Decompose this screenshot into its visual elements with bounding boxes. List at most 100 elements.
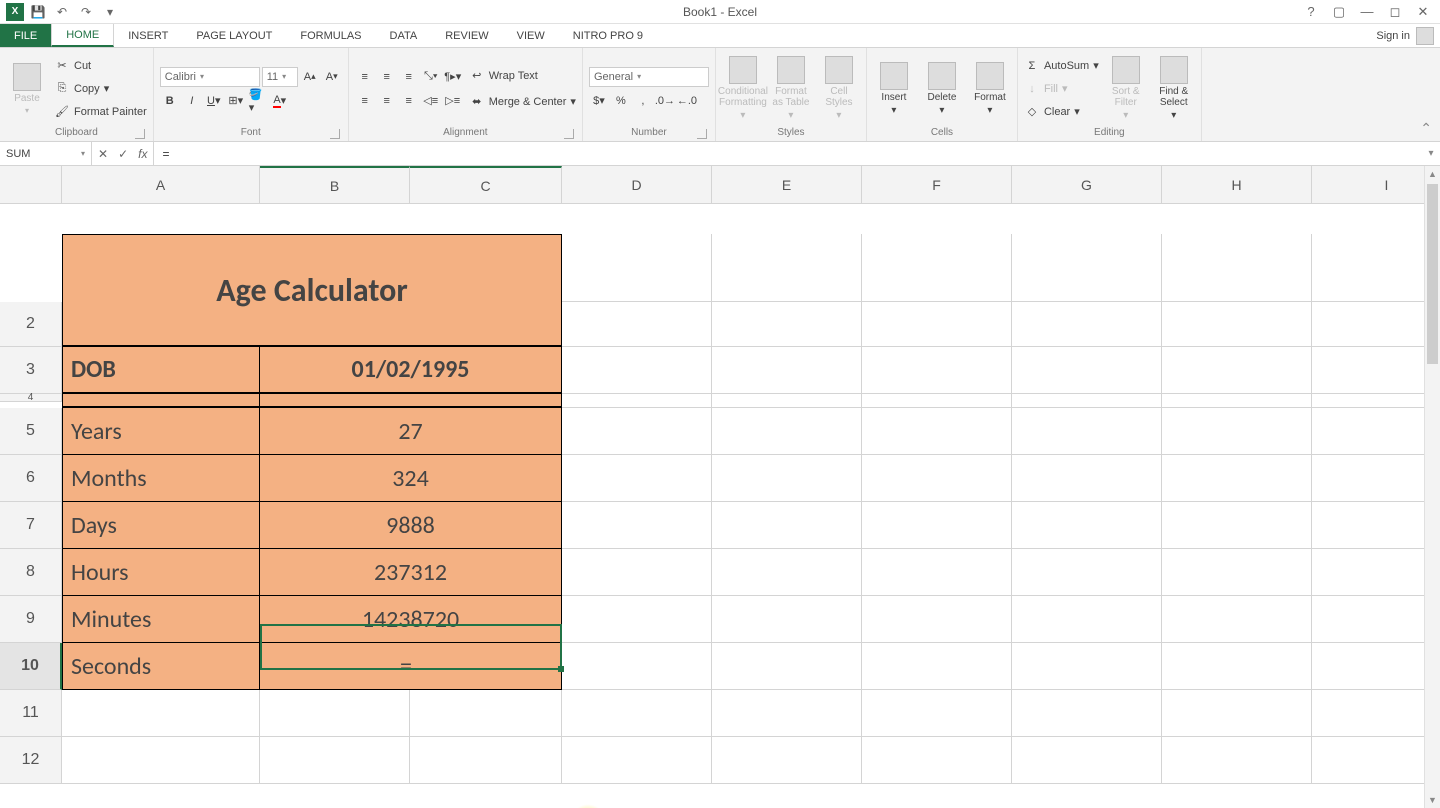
percent-button[interactable]: %	[611, 91, 631, 111]
scroll-up-icon[interactable]: ▲	[1425, 166, 1440, 182]
underline-button[interactable]: U▾	[204, 91, 224, 111]
tab-nitro[interactable]: NITRO PRO 9	[559, 24, 657, 47]
collapse-ribbon-icon[interactable]: ⌃	[1420, 120, 1432, 137]
tab-review[interactable]: REVIEW	[431, 24, 502, 47]
minimize-button[interactable]: —	[1358, 3, 1376, 21]
cell-dob-label[interactable]: DOB	[62, 347, 260, 394]
cell-years-value[interactable]: 27	[260, 408, 562, 455]
select-all-corner[interactable]	[0, 166, 62, 204]
qat-customize[interactable]: ▾	[100, 2, 120, 22]
font-dialog-launcher[interactable]	[330, 129, 340, 139]
formula-expand[interactable]: ▾	[1422, 148, 1440, 159]
row-header-11[interactable]: 11	[0, 690, 62, 737]
orientation-button[interactable]: ⤡▾	[421, 67, 441, 87]
qat-undo[interactable]: ↶	[52, 2, 72, 22]
cell-styles-button[interactable]: Cell Styles▾	[818, 52, 860, 125]
paste-button[interactable]: Paste ▾	[6, 52, 48, 125]
cell-seconds-value[interactable]: =	[260, 643, 562, 690]
row-header-12[interactable]: 12	[0, 737, 62, 784]
cell-hours-label[interactable]: Hours	[62, 549, 260, 596]
col-header-c[interactable]: C	[410, 166, 562, 204]
col-header-b[interactable]: B	[260, 166, 410, 204]
help-button[interactable]: ?	[1302, 3, 1320, 21]
row-header-8[interactable]: 8	[0, 549, 62, 596]
format-painter-button[interactable]: 🖌Format Painter	[54, 101, 147, 123]
align-left[interactable]: ≡	[355, 91, 375, 111]
cell-dob-value[interactable]: 01/02/1995	[260, 347, 562, 394]
font-color-button[interactable]: A▾	[270, 91, 290, 111]
fill-button[interactable]: ↓Fill ▾	[1024, 78, 1099, 100]
cell-years-label[interactable]: Years	[62, 408, 260, 455]
number-dialog-launcher[interactable]	[697, 129, 707, 139]
cell-seconds-label[interactable]: Seconds	[62, 643, 260, 690]
delete-cells-button[interactable]: Delete▾	[921, 52, 963, 125]
maximize-button[interactable]: ◻	[1386, 3, 1404, 21]
col-header-i[interactable]: I	[1312, 166, 1440, 204]
row-header-9[interactable]: 9	[0, 596, 62, 643]
scroll-down-icon[interactable]: ▼	[1425, 792, 1440, 808]
ltr-button[interactable]: ¶▸▾	[443, 67, 463, 87]
inc-indent[interactable]: ▷≡	[443, 91, 463, 111]
insert-cells-button[interactable]: Insert▾	[873, 52, 915, 125]
formula-enter[interactable]: ✓	[118, 147, 128, 161]
cell-title[interactable]: Age Calculator	[62, 234, 562, 347]
formula-cancel[interactable]: ✕	[98, 147, 108, 161]
col-header-a[interactable]: A	[62, 166, 260, 204]
borders-button[interactable]: ⊞▾	[226, 91, 246, 111]
italic-button[interactable]: I	[182, 91, 202, 111]
row-header-5[interactable]: 5	[0, 408, 62, 455]
shrink-font-button[interactable]: A▾	[322, 67, 342, 87]
clipboard-dialog-launcher[interactable]	[135, 129, 145, 139]
cell-months-label[interactable]: Months	[62, 455, 260, 502]
merge-center-button[interactable]: ⬌Merge & Center ▾	[469, 91, 576, 113]
row-header-4[interactable]: 4	[0, 394, 62, 402]
sort-filter-button[interactable]: Sort & Filter▾	[1105, 52, 1147, 125]
number-format-combo[interactable]: General▾	[589, 67, 709, 87]
scroll-thumb[interactable]	[1427, 184, 1438, 364]
fill-color-button[interactable]: 🪣▾	[248, 91, 268, 111]
ribbon-options[interactable]: ▢	[1330, 3, 1348, 21]
col-header-h[interactable]: H	[1162, 166, 1312, 204]
cell-days-value[interactable]: 9888	[260, 502, 562, 549]
cut-button[interactable]: ✂Cut	[54, 55, 147, 77]
col-header-f[interactable]: F	[862, 166, 1012, 204]
font-size-combo[interactable]: 11▾	[262, 67, 298, 87]
row-header-2[interactable]: 2	[0, 302, 62, 347]
format-table-button[interactable]: Format as Table▾	[770, 52, 812, 125]
row-header-10[interactable]: 10	[0, 643, 62, 690]
grow-font-button[interactable]: A▴	[300, 67, 320, 87]
fx-button[interactable]: fx	[138, 147, 147, 161]
align-bottom[interactable]: ≡	[399, 67, 419, 87]
spreadsheet-grid[interactable]: A B C D E F G H I 1 Age Calculator 2 3 D…	[0, 166, 1440, 808]
clear-button[interactable]: ◇Clear ▾	[1024, 101, 1099, 123]
tab-home[interactable]: HOME	[51, 24, 114, 47]
conditional-formatting-button[interactable]: Conditional Formatting▾	[722, 52, 764, 125]
dec-indent[interactable]: ◁≡	[421, 91, 441, 111]
tab-page-layout[interactable]: PAGE LAYOUT	[182, 24, 286, 47]
tab-insert[interactable]: INSERT	[114, 24, 182, 47]
row-header-7[interactable]: 7	[0, 502, 62, 549]
formula-input[interactable]: =	[154, 142, 1422, 165]
col-header-e[interactable]: E	[712, 166, 862, 204]
signin-link[interactable]: Sign in	[1370, 24, 1440, 47]
row-header-6[interactable]: 6	[0, 455, 62, 502]
name-box[interactable]: SUM▾	[0, 142, 92, 165]
alignment-dialog-launcher[interactable]	[564, 129, 574, 139]
align-right[interactable]: ≡	[399, 91, 419, 111]
cell-months-value[interactable]: 324	[260, 455, 562, 502]
tab-file[interactable]: FILE	[0, 24, 51, 47]
bold-button[interactable]: B	[160, 91, 180, 111]
font-name-combo[interactable]: Calibri▾	[160, 67, 260, 87]
col-header-d[interactable]: D	[562, 166, 712, 204]
qat-save[interactable]: 💾	[28, 2, 48, 22]
qat-redo[interactable]: ↷	[76, 2, 96, 22]
align-top[interactable]: ≡	[355, 67, 375, 87]
currency-button[interactable]: $▾	[589, 91, 609, 111]
tab-data[interactable]: DATA	[376, 24, 432, 47]
align-center[interactable]: ≡	[377, 91, 397, 111]
vertical-scrollbar[interactable]: ▲ ▼	[1424, 166, 1440, 808]
tab-view[interactable]: VIEW	[503, 24, 559, 47]
cell-minutes-value[interactable]: 14238720	[260, 596, 562, 643]
format-cells-button[interactable]: Format▾	[969, 52, 1011, 125]
copy-button[interactable]: ⎘Copy ▾	[54, 78, 147, 100]
